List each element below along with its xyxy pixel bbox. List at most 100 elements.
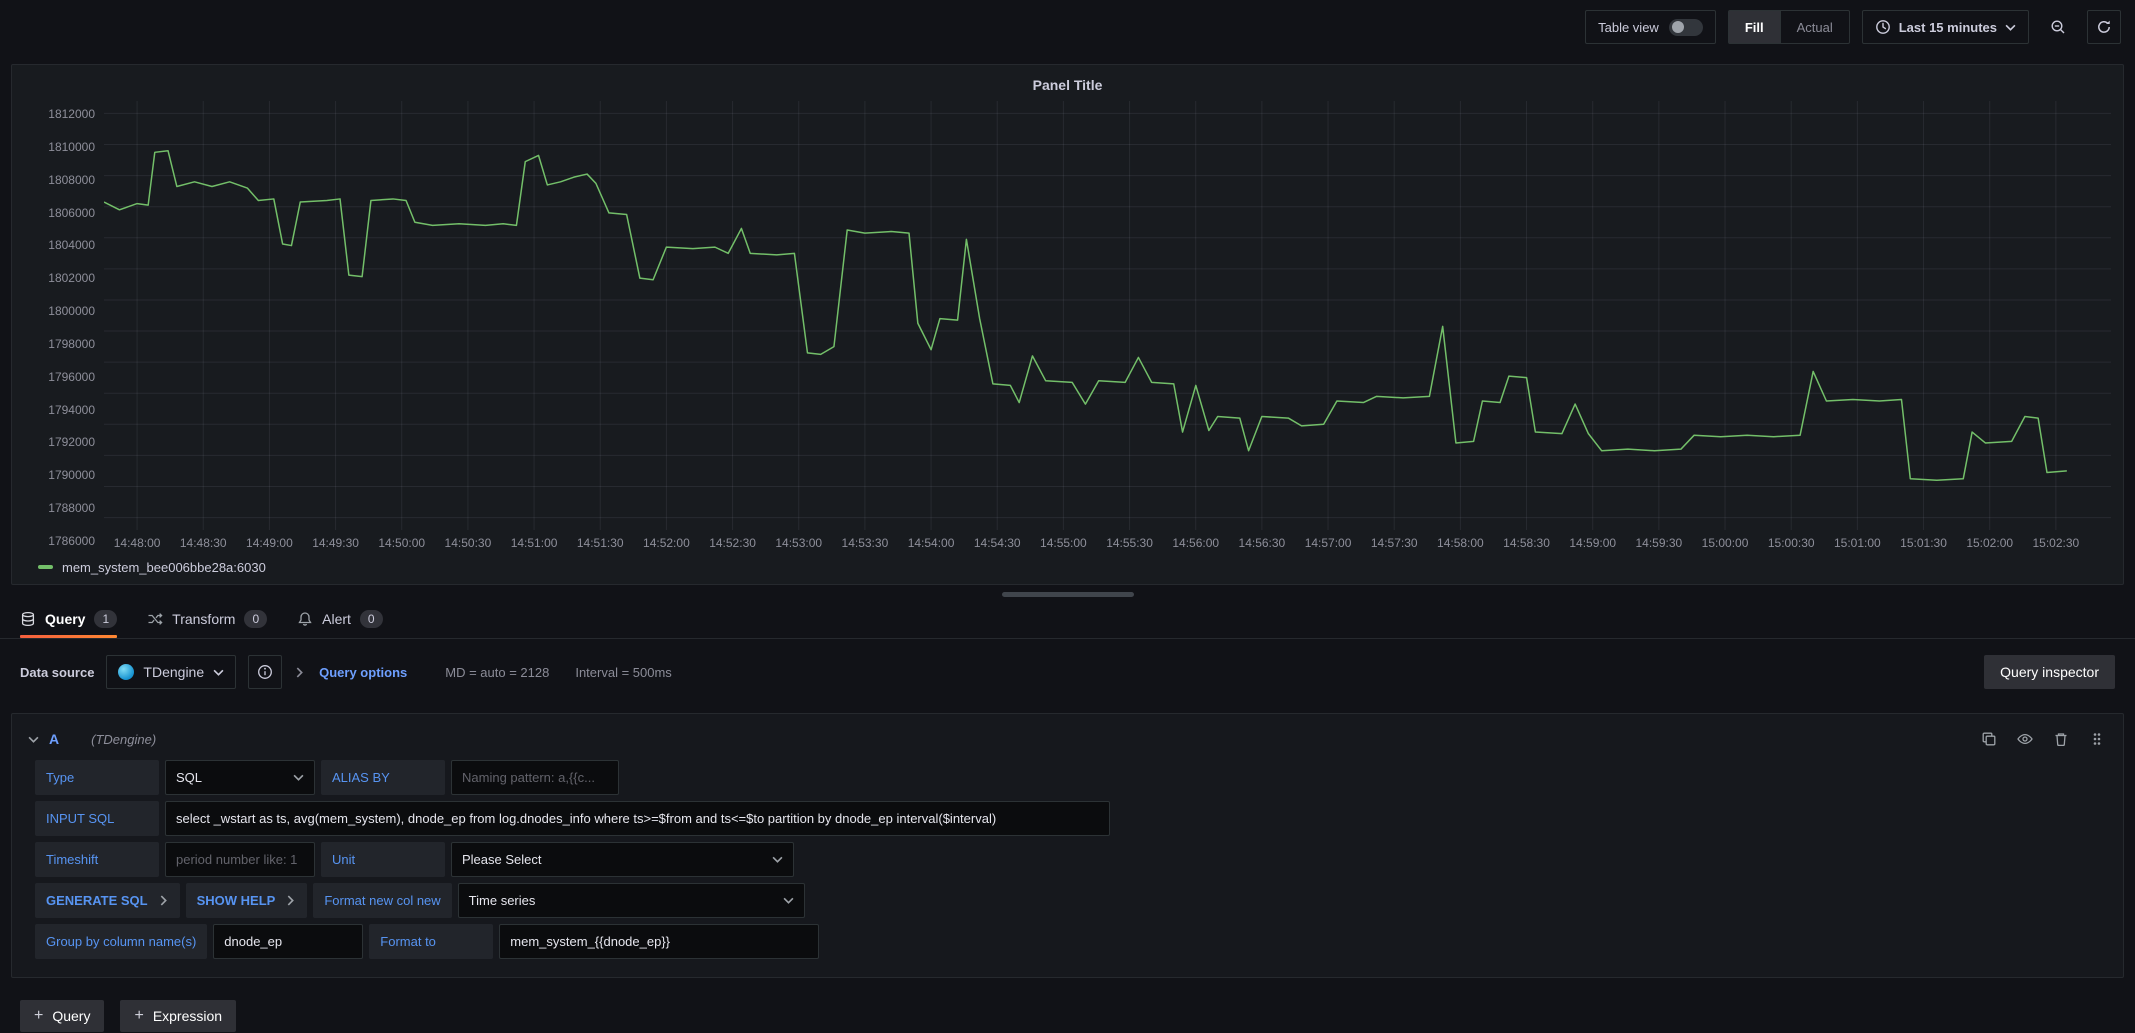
query-datasource-hint: (TDengine) [91, 732, 156, 747]
type-row: Type SQL ALIAS BY [35, 760, 2109, 795]
tab-alert-count: 0 [360, 610, 383, 628]
group-by-label: Group by column name(s) [35, 924, 207, 959]
query-options-toggle[interactable]: Query options [319, 665, 407, 680]
group-by-input[interactable] [213, 924, 363, 959]
timeshift-label: Timeshift [35, 842, 159, 877]
duplicate-query-button[interactable] [1979, 729, 1999, 749]
add-expression-label: Expression [153, 1008, 222, 1024]
query-ref-id[interactable]: A [49, 731, 59, 747]
toggle-knob [1672, 21, 1684, 33]
tab-transform-label: Transform [172, 611, 235, 627]
input-sql-label: INPUT SQL [35, 801, 159, 836]
datasource-help-button[interactable] [248, 655, 282, 689]
drag-handle-icon[interactable] [2087, 729, 2107, 749]
query-editor-form: Type SQL ALIAS BY INPUT SQL Timeshift Un… [26, 760, 2109, 959]
legend-swatch [38, 565, 53, 569]
zoom-out-button[interactable] [2041, 10, 2075, 44]
disable-query-button[interactable] [2015, 729, 2035, 749]
input-sql-input[interactable] [165, 801, 1110, 836]
group-by-row: Group by column name(s) Format to [35, 924, 2109, 959]
chevron-down-icon [772, 854, 783, 865]
generate-sql-button[interactable]: GENERATE SQL [35, 883, 180, 918]
editor-tabs: Query 1 Transform 0 Alert 0 [0, 599, 2135, 639]
max-data-points-text: MD = auto = 2128 [445, 665, 549, 680]
chevron-down-icon [213, 667, 224, 678]
chevron-down-icon [2005, 22, 2016, 33]
legend-series-name[interactable]: mem_system_bee006bbe28a:6030 [62, 560, 266, 575]
fill-actual-segmented: Fill Actual [1728, 10, 1850, 44]
show-help-button[interactable]: SHOW HELP [186, 883, 308, 918]
panel: Panel Title 1812000181000018080001806000… [11, 64, 2124, 585]
table-view-label: Table view [1598, 20, 1659, 35]
chart-svg [104, 101, 2111, 530]
panel-resize-handle[interactable] [1002, 592, 1134, 597]
tab-alert-label: Alert [322, 611, 351, 627]
collapse-chevron-icon [28, 734, 39, 745]
format-to-input[interactable] [499, 924, 819, 959]
unit-label: Unit [321, 842, 445, 877]
add-query-button[interactable]: + Query [20, 1000, 104, 1032]
alias-by-label: ALIAS BY [321, 760, 445, 795]
chevron-down-icon [783, 895, 794, 906]
y-axis-labels: 1812000181000018080001806000180400018020… [24, 101, 104, 554]
tab-query-label: Query [45, 611, 85, 627]
format-as-select[interactable]: Time series [458, 883, 805, 918]
tab-query[interactable]: Query 1 [20, 599, 117, 638]
format-to-label: Format to [369, 924, 493, 959]
grip-dots-icon [2089, 731, 2105, 747]
transform-icon [147, 611, 163, 627]
editor-footer: + Query + Expression [20, 1000, 2115, 1032]
grafana-panel-editor: Table view Fill Actual Last 15 minutes P… [0, 0, 2135, 1032]
refresh-button[interactable] [2087, 10, 2121, 44]
query-row-header[interactable]: A (TDengine) [26, 721, 2109, 757]
chart-plot-area[interactable] [104, 101, 2111, 530]
query-type-select[interactable]: SQL [165, 760, 315, 795]
plus-icon: + [34, 1008, 43, 1024]
refresh-icon [2096, 19, 2112, 35]
x-axis-labels: 14:48:0014:48:3014:49:0014:49:3014:50:00… [104, 530, 2111, 554]
timeshift-input[interactable] [165, 842, 315, 877]
chevron-right-icon [294, 667, 305, 678]
tab-query-count: 1 [94, 610, 117, 628]
datasource-label: Data source [20, 665, 94, 680]
generate-sql-label: GENERATE SQL [46, 893, 148, 908]
tab-transform-count: 0 [244, 610, 267, 628]
add-query-label: Query [52, 1008, 90, 1024]
trash-icon [2053, 731, 2069, 747]
format-as-value: Time series [469, 893, 536, 908]
format-new-col-label: Format new col new [313, 883, 451, 918]
panel-title[interactable]: Panel Title [24, 73, 2111, 101]
add-expression-button[interactable]: + Expression [120, 1000, 236, 1032]
interval-text: Interval = 500ms [575, 665, 671, 680]
topbar: Table view Fill Actual Last 15 minutes [0, 0, 2135, 54]
time-range-label: Last 15 minutes [1899, 20, 1997, 35]
input-sql-row: INPUT SQL [35, 801, 2109, 836]
time-range-picker[interactable]: Last 15 minutes [1862, 10, 2029, 44]
query-inspector-button[interactable]: Query inspector [1984, 655, 2115, 689]
table-view-group: Table view [1585, 10, 1716, 44]
eye-icon [2017, 731, 2033, 747]
fill-button[interactable]: Fill [1729, 11, 1780, 43]
time-series-chart: 1812000181000018080001806000180400018020… [24, 101, 2111, 554]
datasource-name: TDengine [143, 664, 204, 680]
tab-transform[interactable]: Transform 0 [147, 599, 267, 638]
query-editor-card: A (TDengine) Type S [11, 713, 2124, 978]
tdengine-logo-icon [118, 664, 134, 680]
query-actions [1979, 729, 2107, 749]
tab-alert[interactable]: Alert 0 [297, 599, 382, 638]
plus-icon: + [134, 1008, 143, 1024]
zoom-out-icon [2050, 19, 2066, 35]
datasource-row: Data source TDengine Query options MD = … [0, 652, 2135, 692]
bell-icon [297, 611, 313, 627]
alias-by-input[interactable] [451, 760, 619, 795]
datasource-picker[interactable]: TDengine [106, 655, 236, 689]
show-help-label: SHOW HELP [197, 893, 276, 908]
actual-button[interactable]: Actual [1780, 11, 1849, 43]
unit-select[interactable]: Please Select [451, 842, 794, 877]
generate-sql-row: GENERATE SQL SHOW HELP Format new col ne… [35, 883, 2109, 918]
info-circle-icon [257, 664, 273, 680]
chart-legend: mem_system_bee006bbe28a:6030 [24, 554, 2111, 580]
type-label: Type [35, 760, 159, 795]
table-view-toggle[interactable] [1669, 19, 1703, 36]
remove-query-button[interactable] [2051, 729, 2071, 749]
